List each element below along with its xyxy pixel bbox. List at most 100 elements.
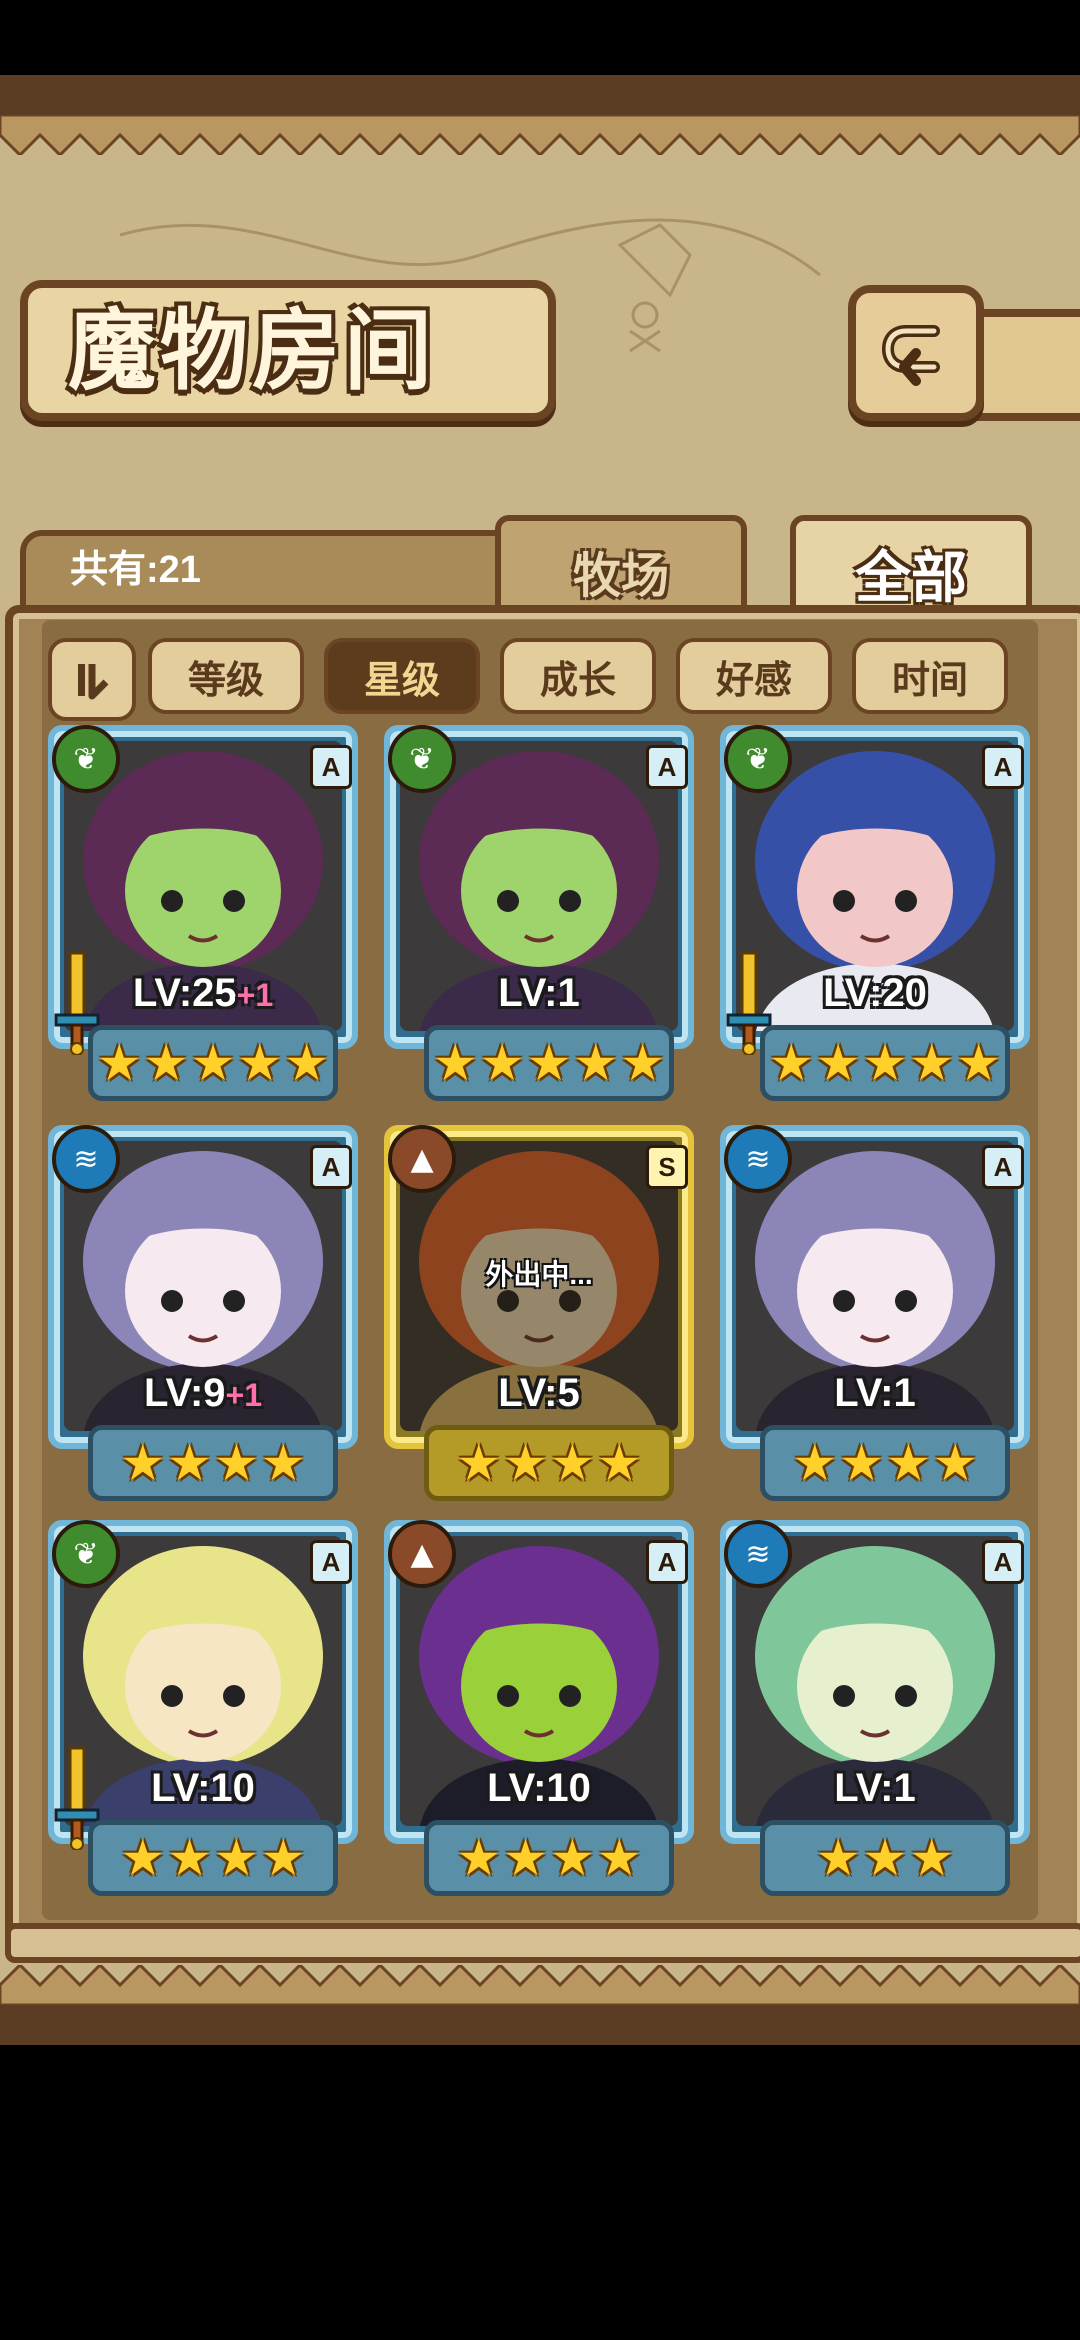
star-rating: ★ ★ ★ ★ [424,1820,674,1896]
rank-badge: A [310,745,352,789]
star-icon: ★ [862,1034,908,1092]
level-label: LV:9+1 [48,1371,358,1416]
monster-card[interactable]: ❦ A LV:10 ★ ★ ★ ★ [48,1520,358,1896]
water-element-icon: ≋ [724,1125,792,1193]
leaf-element-icon: ❦ [52,1520,120,1588]
star-icon: ★ [143,1034,189,1092]
star-rating: ★ ★ ★ ★ [88,1820,338,1896]
monster-count: 共有:21 [70,549,201,591]
level-label: LV:1 [720,1371,1030,1416]
monster-card[interactable]: ▲ A LV:10 ★ ★ ★ ★ [384,1520,694,1896]
rank-badge: A [646,745,688,789]
level-value: LV:1 [498,971,580,1015]
star-icon: ★ [815,1829,861,1887]
star-icon: ★ [260,1434,306,1492]
star-icon: ★ [932,1434,978,1492]
level-value: LV:10 [487,1766,591,1810]
level-label: LV:1 [720,1766,1030,1811]
star-icon: ★ [479,1034,525,1092]
star-icon: ★ [550,1829,595,1887]
level-label: LV:20 [720,971,1030,1016]
rank-badge: A [310,1540,352,1584]
star-icon: ★ [214,1829,259,1887]
star-rating: ★ ★ ★ ★ ★ [424,1025,674,1101]
monster-card[interactable]: ❦ A LV:1 ★ ★ ★ ★ ★ [384,725,694,1101]
sort-bar: 等级 星级 成长 好感 时间 [48,638,1038,721]
star-icon: ★ [956,1034,1002,1092]
sort-time-button[interactable]: 时间 [852,638,1008,714]
star-icon: ★ [620,1034,666,1092]
water-element-icon: ≋ [52,1125,120,1193]
monster-card[interactable]: ≋ A LV:9+1 ★ ★ ★ ★ [48,1125,358,1501]
star-icon: ★ [432,1034,478,1092]
star-icon: ★ [862,1829,908,1887]
level-label: LV:10 [48,1766,358,1811]
star-icon: ★ [909,1034,955,1092]
rock-element-icon: ▲ [388,1520,456,1588]
rank-badge: A [982,1145,1024,1189]
panel-bottom-rail [5,1923,1080,1963]
rank-badge: A [982,745,1024,789]
star-icon: ★ [526,1034,572,1092]
level-value: LV:5 [498,1371,580,1415]
rank-badge: S [646,1145,688,1189]
star-rating: ★ ★ ★ ★ ★ [760,1025,1010,1101]
level-label: LV:25+1 [48,971,358,1016]
sort-order-icon [78,663,109,699]
star-icon: ★ [839,1434,884,1492]
level-label: LV:10 [384,1766,694,1811]
monster-card[interactable]: ≋ A LV:1 ★ ★ ★ ★ [720,1125,1030,1501]
back-button[interactable] [848,285,984,421]
rank-badge: A [646,1540,688,1584]
star-icon: ★ [886,1434,931,1492]
star-icon: ★ [96,1034,142,1092]
level-value: LV:1 [834,1766,916,1810]
star-icon: ★ [792,1434,838,1492]
sort-order-toggle[interactable] [48,638,136,721]
sort-level-button[interactable]: 等级 [148,638,304,714]
level-value: LV:20 [823,971,927,1015]
star-icon: ★ [260,1829,306,1887]
star-icon: ★ [284,1034,330,1092]
star-icon: ★ [815,1034,861,1092]
star-icon: ★ [768,1034,814,1092]
star-rating: ★ ★ ★ ★ [760,1425,1010,1501]
leaf-element-icon: ❦ [388,725,456,793]
leaf-element-icon: ❦ [724,725,792,793]
star-icon: ★ [456,1829,502,1887]
level-value: LV:25 [132,971,237,1015]
star-icon: ★ [550,1434,595,1492]
game-screen: 魔物房间 共有:21 牧场 全部 等级 星级 成长 好感 时间 ❦ A LV:25+… [0,75,1080,2045]
monster-card[interactable]: ❦ A LV:25+1 ★ ★ ★ ★ ★ [48,725,358,1101]
level-value: LV:1 [834,1371,916,1415]
bottom-zigzag-border [0,1965,1080,2005]
level-bonus: +1 [225,1377,262,1413]
star-icon: ★ [456,1434,502,1492]
star-icon: ★ [596,1829,642,1887]
level-label: LV:5 [384,1371,694,1416]
sort-growth-button[interactable]: 成长 [500,638,656,714]
star-rating: ★ ★ ★ ★ [424,1425,674,1501]
star-icon: ★ [214,1434,259,1492]
title-plate: 魔物房间 [20,280,556,421]
star-icon: ★ [190,1034,236,1092]
monster-card[interactable]: ▲ S 外出中... LV:5 ★ ★ ★ ★ [384,1125,694,1501]
bottom-border [0,2005,1080,2045]
star-icon: ★ [503,1434,548,1492]
star-icon: ★ [573,1034,619,1092]
star-rating: ★ ★ ★ [760,1820,1010,1896]
monster-card[interactable]: ❦ A LV:20 ★ ★ ★ ★ ★ [720,725,1030,1101]
star-icon: ★ [120,1829,166,1887]
rock-element-icon: ▲ [388,1125,456,1193]
monster-card[interactable]: ≋ A LV:1 ★ ★ ★ [720,1520,1030,1896]
page-title: 魔物房间 [68,298,437,402]
sort-stars-button[interactable]: 星级 [324,638,480,714]
away-status: 外出中... [485,1259,593,1290]
return-arrow-icon [881,325,940,386]
level-value: LV:10 [151,1766,255,1810]
star-icon: ★ [503,1829,548,1887]
star-icon: ★ [120,1434,166,1492]
sort-affection-button[interactable]: 好感 [676,638,832,714]
leaf-element-icon: ❦ [52,725,120,793]
star-icon: ★ [596,1434,642,1492]
